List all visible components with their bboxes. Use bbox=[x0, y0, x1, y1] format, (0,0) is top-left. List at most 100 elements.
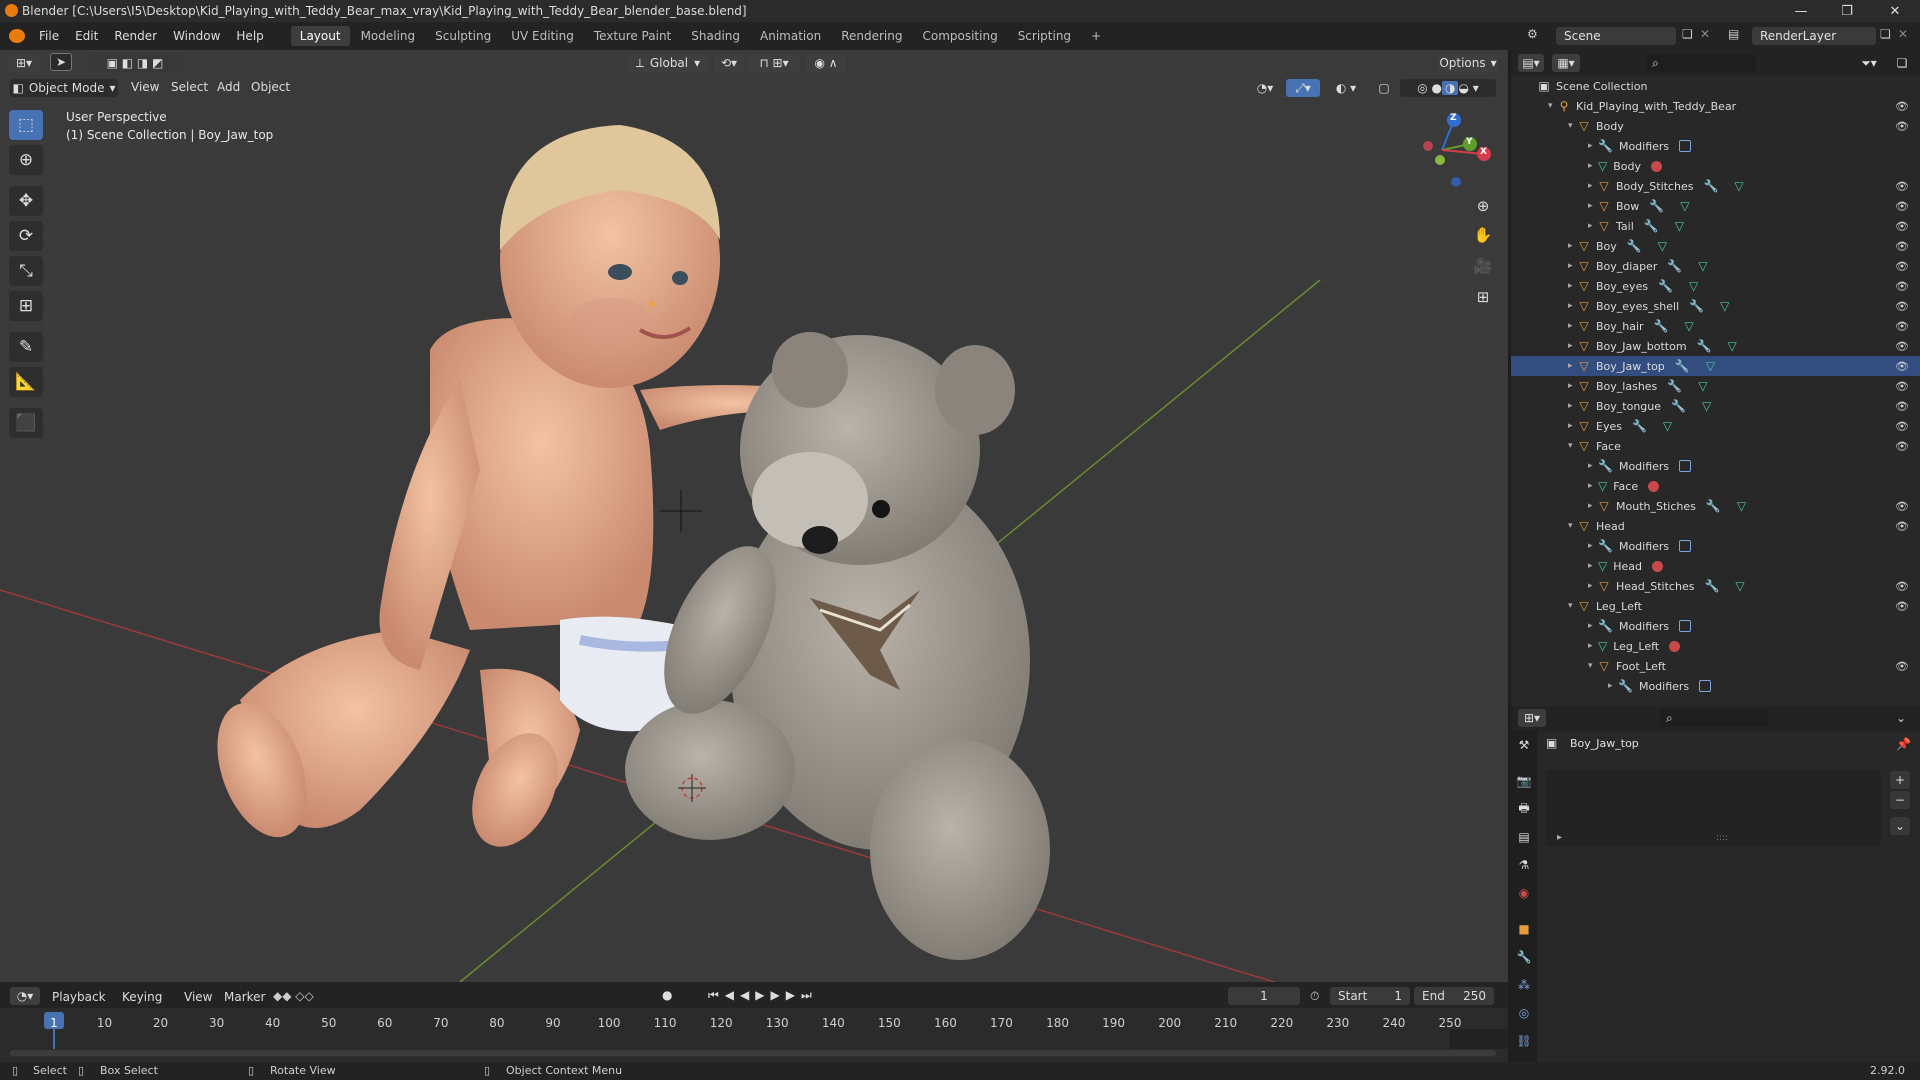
expand-toggle[interactable]: ▸ bbox=[1568, 301, 1578, 311]
material-icon[interactable] bbox=[1669, 640, 1681, 652]
record-icon[interactable]: ● bbox=[662, 988, 672, 1002]
xray-toggle-icon[interactable]: ▢ bbox=[1374, 79, 1394, 97]
expand-toggle[interactable]: ▾ bbox=[1568, 121, 1578, 131]
select-box-tool[interactable]: ⬚ bbox=[9, 110, 43, 140]
visibility-eye-icon[interactable]: 👁 bbox=[1895, 520, 1909, 533]
current-frame-field[interactable]: 1 bbox=[1228, 987, 1300, 1005]
timeline-menu-marker[interactable]: Marker bbox=[224, 990, 265, 1004]
tab-shading[interactable]: Shading bbox=[682, 26, 749, 46]
mesh-data-icon[interactable]: ▽ bbox=[1689, 279, 1698, 293]
visibility-eye-icon[interactable]: 👁 bbox=[1895, 660, 1909, 673]
annotate-tool[interactable]: ✎ bbox=[9, 332, 43, 362]
scene-tab-icon[interactable]: ⚗ bbox=[1514, 855, 1534, 875]
menu-help[interactable]: Help bbox=[228, 29, 271, 43]
expand-toggle[interactable]: ▸ bbox=[1588, 161, 1598, 171]
outliner-row[interactable]: ▾ ▽ Body 👁 bbox=[1511, 116, 1920, 136]
visibility-eye-icon[interactable]: 👁 bbox=[1895, 380, 1909, 393]
material-icon[interactable] bbox=[1651, 160, 1663, 172]
outliner-row[interactable]: ▾ ⚲ Kid_Playing_with_Teddy_Bear 👁 bbox=[1511, 96, 1920, 116]
list-expand-icon[interactable]: ▸ bbox=[1557, 832, 1562, 843]
tab-sculpting[interactable]: Sculpting bbox=[426, 26, 500, 46]
mesh-data-icon[interactable]: ▽ bbox=[1698, 259, 1707, 273]
gizmo-toggle-icon[interactable]: ⤢▾ bbox=[1286, 79, 1320, 97]
outliner-row[interactable]: ▸ ▽ Boy_Jaw_bottom 🔧 ▽ 👁 bbox=[1511, 336, 1920, 356]
expand-toggle[interactable]: ▸ bbox=[1568, 401, 1578, 411]
modifier-wrench-icon[interactable]: 🔧 bbox=[1632, 419, 1647, 433]
transform-orientation-dropdown[interactable]: ⟂ Global ▾ bbox=[628, 54, 708, 72]
add-workspace-button[interactable]: + bbox=[1082, 26, 1110, 46]
outliner-row[interactable]: ▸ ▽ Leg_Left bbox=[1511, 636, 1920, 656]
expand-toggle[interactable]: ▾ bbox=[1568, 601, 1578, 611]
new-collection-icon[interactable]: ❏ bbox=[1892, 54, 1912, 72]
tab-uv-editing[interactable]: UV Editing bbox=[502, 26, 583, 46]
visibility-eye-icon[interactable]: 👁 bbox=[1895, 440, 1909, 453]
modifier-wrench-icon[interactable]: 🔧 bbox=[1706, 499, 1721, 513]
menu-file[interactable]: File bbox=[31, 29, 67, 43]
visibility-eye-icon[interactable]: 👁 bbox=[1895, 260, 1909, 273]
menu-select[interactable]: Select bbox=[171, 80, 208, 94]
expand-toggle[interactable]: ▸ bbox=[1588, 501, 1598, 511]
mesh-data-icon[interactable]: ▽ bbox=[1728, 339, 1737, 353]
visibility-eye-icon[interactable]: 👁 bbox=[1895, 300, 1909, 313]
tool-tab-icon[interactable]: ⚒ bbox=[1514, 735, 1534, 755]
tab-rendering[interactable]: Rendering bbox=[832, 26, 911, 46]
list-remove-button[interactable]: − bbox=[1890, 791, 1910, 809]
visibility-eye-icon[interactable]: 👁 bbox=[1895, 100, 1909, 113]
modifier-wrench-icon[interactable]: 🔧 bbox=[1654, 319, 1669, 333]
mesh-data-icon[interactable]: ▽ bbox=[1658, 239, 1667, 253]
modifier-wrench-icon[interactable]: 🔧 bbox=[1658, 279, 1673, 293]
outliner-row[interactable]: ▸ ▽ Body_Stitches 🔧 ▽ 👁 bbox=[1511, 176, 1920, 196]
outliner-row[interactable]: ▸ ▽ Boy_eyes_shell 🔧 ▽ 👁 bbox=[1511, 296, 1920, 316]
properties-options-icon[interactable]: ⌄ bbox=[1890, 709, 1912, 727]
visibility-eye-icon[interactable]: 👁 bbox=[1895, 320, 1909, 333]
outliner-row[interactable]: ▸ ▽ Boy_hair 🔧 ▽ 👁 bbox=[1511, 316, 1920, 336]
measure-tool[interactable]: 📐 bbox=[9, 367, 43, 397]
outliner-row[interactable]: ▸ ▽ Mouth_Stiches 🔧 ▽ 👁 bbox=[1511, 496, 1920, 516]
outliner-row[interactable]: ▸ ▽ Head_Stitches 🔧 ▽ 👁 bbox=[1511, 576, 1920, 596]
start-frame-field[interactable]: Start 1 bbox=[1330, 987, 1410, 1005]
expand-toggle[interactable]: ▸ bbox=[1588, 481, 1598, 491]
editor-type-button[interactable]: ⊞▾ bbox=[8, 54, 40, 72]
output-tab-icon[interactable]: 🖶 bbox=[1514, 799, 1534, 819]
expand-toggle[interactable]: ▸ bbox=[1588, 461, 1598, 471]
visibility-eye-icon[interactable]: 👁 bbox=[1895, 420, 1909, 433]
expand-toggle[interactable]: ▸ bbox=[1588, 201, 1598, 211]
timeline-menu-playback[interactable]: Playback bbox=[52, 990, 106, 1004]
expand-toggle[interactable]: ▸ bbox=[1568, 261, 1578, 271]
outliner-row[interactable]: ▸ ▽ Boy_tongue 🔧 ▽ 👁 bbox=[1511, 396, 1920, 416]
outliner-row[interactable]: ▸ ▽ Face bbox=[1511, 476, 1920, 496]
modifier-wrench-icon[interactable]: 🔧 bbox=[1697, 339, 1712, 353]
expand-toggle[interactable]: ▸ bbox=[1608, 681, 1618, 691]
outliner-editor-type-icon[interactable]: ▤▾ bbox=[1518, 54, 1544, 72]
outliner-row[interactable]: ▸ ▽ Boy 🔧 ▽ 👁 bbox=[1511, 236, 1920, 256]
mesh-data-icon[interactable]: ▽ bbox=[1680, 199, 1689, 213]
outliner-row[interactable]: ▸ 🔧 Modifiers bbox=[1511, 456, 1920, 476]
modifier-wrench-icon[interactable]: 🔧 bbox=[1667, 259, 1682, 273]
remove-scene-icon[interactable]: ✕ bbox=[1700, 27, 1710, 41]
minimize-button[interactable]: — bbox=[1778, 0, 1824, 22]
maximize-button[interactable]: ❐ bbox=[1824, 0, 1870, 22]
modifier-stack-icon[interactable] bbox=[1679, 460, 1692, 472]
world-tab-icon[interactable]: ◉ bbox=[1514, 883, 1534, 903]
expand-toggle[interactable]: ▸ bbox=[1568, 381, 1578, 391]
particles-tab-icon[interactable]: ⁂ bbox=[1514, 975, 1534, 995]
visibility-eye-icon[interactable]: 👁 bbox=[1895, 500, 1909, 513]
mesh-data-icon[interactable]: ▽ bbox=[1675, 219, 1684, 233]
tab-scripting[interactable]: Scripting bbox=[1009, 26, 1080, 46]
new-layer-icon[interactable]: ❏ bbox=[1880, 27, 1891, 41]
visibility-eye-icon[interactable]: 👁 bbox=[1895, 580, 1909, 593]
modifier-wrench-icon[interactable]: 🔧 bbox=[1667, 379, 1682, 393]
zoom-icon[interactable]: ⊕ bbox=[1470, 193, 1496, 219]
outliner-row[interactable]: ▸ ▽ Boy_diaper 🔧 ▽ 👁 bbox=[1511, 256, 1920, 276]
expand-toggle[interactable]: ▸ bbox=[1568, 341, 1578, 351]
timeline-scrollbar[interactable] bbox=[10, 1050, 1496, 1056]
view-layer-tab-icon[interactable]: ▤ bbox=[1514, 827, 1534, 847]
outliner-row[interactable]: ▸ ▽ Boy_lashes 🔧 ▽ 👁 bbox=[1511, 376, 1920, 396]
properties-editor-type-icon[interactable]: ⊞▾ bbox=[1518, 709, 1546, 727]
tab-compositing[interactable]: Compositing bbox=[913, 26, 1006, 46]
timeline-editor-type-icon[interactable]: ◔▾ bbox=[10, 987, 40, 1005]
mesh-data-icon[interactable]: ▽ bbox=[1737, 499, 1746, 513]
properties-list-box[interactable] bbox=[1545, 770, 1881, 846]
expand-toggle[interactable]: ▸ bbox=[1588, 581, 1598, 591]
menu-add[interactable]: Add bbox=[217, 80, 240, 94]
